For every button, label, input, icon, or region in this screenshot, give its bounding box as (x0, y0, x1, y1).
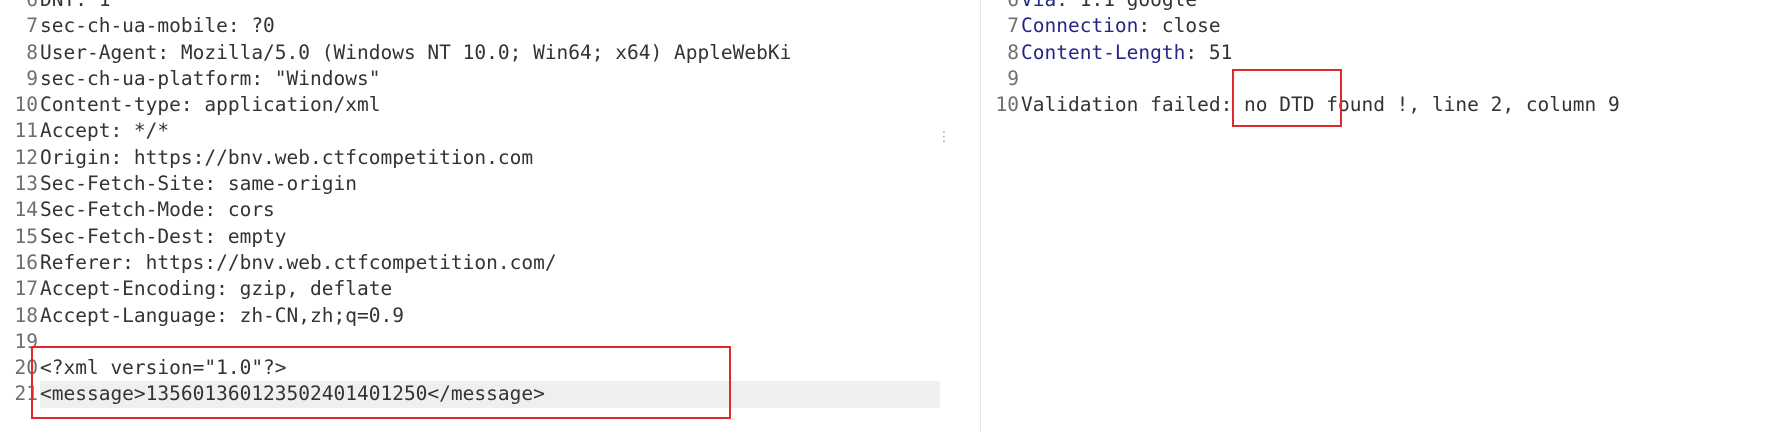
line-number: 10 (995, 93, 1019, 117)
line-number: 8 (1007, 40, 1019, 64)
header-name: Connection (1021, 14, 1139, 38)
request-line-text: Accept: */* (40, 119, 170, 143)
response-line-text: Content-Length: 51 (1021, 40, 1777, 66)
line-number: 17 (14, 277, 38, 301)
header-separator: : (1138, 14, 1162, 38)
header-separator: : (1185, 40, 1209, 64)
request-line[interactable]: 9 sec-ch-ua-platform: "Windows" (0, 66, 940, 92)
line-number: 9 (26, 66, 38, 90)
header-value: 51 (1208, 40, 1233, 64)
request-line[interactable]: 6DNT: 1 (0, 0, 940, 13)
request-line-text: Content-type: application/xml (40, 93, 381, 117)
request-line[interactable]: 11 Accept: */* (0, 118, 940, 144)
vertical-dots-icon: ⋮ (937, 129, 951, 145)
header-name: Via (1021, 0, 1056, 11)
response-line-text: Connection: close (1021, 13, 1777, 39)
line-number: 6 (0, 0, 40, 13)
line-number: 11 (14, 119, 38, 143)
header-value: 1.1 google (1080, 0, 1197, 11)
response-line[interactable]: 7 Connection: close (981, 13, 1777, 39)
line-number: 9 (1007, 66, 1019, 90)
response-line[interactable]: 6Via: 1.1 google (981, 0, 1777, 13)
response-line[interactable]: 8 Content-Length: 51 (981, 40, 1777, 66)
request-line-text: Accept-Language: zh-CN,zh;q=0.9 (40, 303, 404, 327)
request-line-text: Accept-Encoding: gzip, deflate (40, 277, 393, 301)
request-line[interactable]: 14 Sec-Fetch-Mode: cors (0, 197, 940, 223)
response-editor-pane[interactable]: 6Via: 1.1 google7Connection: close8Conte… (980, 0, 1777, 432)
line-number: 7 (1007, 14, 1019, 38)
request-line-text: User-Agent: Mozilla/5.0 (Windows NT 10.0… (40, 40, 792, 64)
header-name: Content-Length (1021, 40, 1186, 64)
line-number: 16 (14, 250, 38, 274)
response-line-text (1021, 66, 1777, 92)
request-line-text: Origin: https://bnv.web.ctfcompetition.c… (40, 145, 534, 169)
xml-body-highlight-box (31, 346, 731, 419)
request-line[interactable]: 8 User-Agent: Mozilla/5.0 (Windows NT 10.… (0, 40, 940, 66)
line-number: 15 (14, 224, 38, 248)
request-line[interactable]: 7 sec-ch-ua-mobile: ?0 (0, 13, 940, 39)
request-line-text: Referer: https://bnv.web.ctfcompetition.… (40, 250, 557, 274)
line-number: 10 (14, 93, 38, 117)
request-line-text: sec-ch-ua-platform: "Windows" (40, 66, 381, 90)
request-line-text: Sec-Fetch-Mode: cors (40, 198, 275, 222)
request-line[interactable]: 13 Sec-Fetch-Site: same-origin (0, 171, 940, 197)
request-line[interactable]: 17 Accept-Encoding: gzip, deflate (0, 276, 940, 302)
header-separator: : (1056, 0, 1079, 11)
request-line-text: sec-ch-ua-mobile: ?0 (40, 14, 275, 38)
response-line-text: Via: 1.1 google (1021, 0, 1777, 13)
response-line-text: Validation failed: no DTD found !, line … (1021, 92, 1777, 118)
response-editor[interactable]: 6Via: 1.1 google7Connection: close8Conte… (981, 0, 1777, 118)
request-line-text: Sec-Fetch-Site: same-origin (40, 172, 357, 196)
line-number: 8 (26, 40, 38, 64)
line-number: 6 (981, 0, 1021, 13)
line-number: 14 (14, 198, 38, 222)
response-line[interactable]: 10 Validation failed: no DTD found !, lin… (981, 92, 1777, 118)
line-number: 7 (26, 14, 38, 38)
request-line[interactable]: 15 Sec-Fetch-Dest: empty (0, 224, 940, 250)
line-number: 12 (14, 145, 38, 169)
request-line-text: DNT: 1 (40, 0, 940, 13)
no-dtd-highlight-box (1232, 69, 1342, 127)
request-line[interactable]: 10 Content-type: application/xml (0, 92, 940, 118)
line-number: 18 (14, 303, 38, 327)
line-number: 13 (14, 172, 38, 196)
request-line[interactable]: 12 Origin: https://bnv.web.ctfcompetition… (0, 145, 940, 171)
request-line-text: Sec-Fetch-Dest: empty (40, 224, 287, 248)
request-line[interactable]: 16 Referer: https://bnv.web.ctfcompetitio… (0, 250, 940, 276)
request-line[interactable]: 18 Accept-Language: zh-CN,zh;q=0.9 (0, 303, 940, 329)
header-value: close (1161, 14, 1221, 38)
pane-splitter-handle[interactable]: ⋮ (937, 130, 951, 154)
response-line[interactable]: 9 (981, 66, 1777, 92)
